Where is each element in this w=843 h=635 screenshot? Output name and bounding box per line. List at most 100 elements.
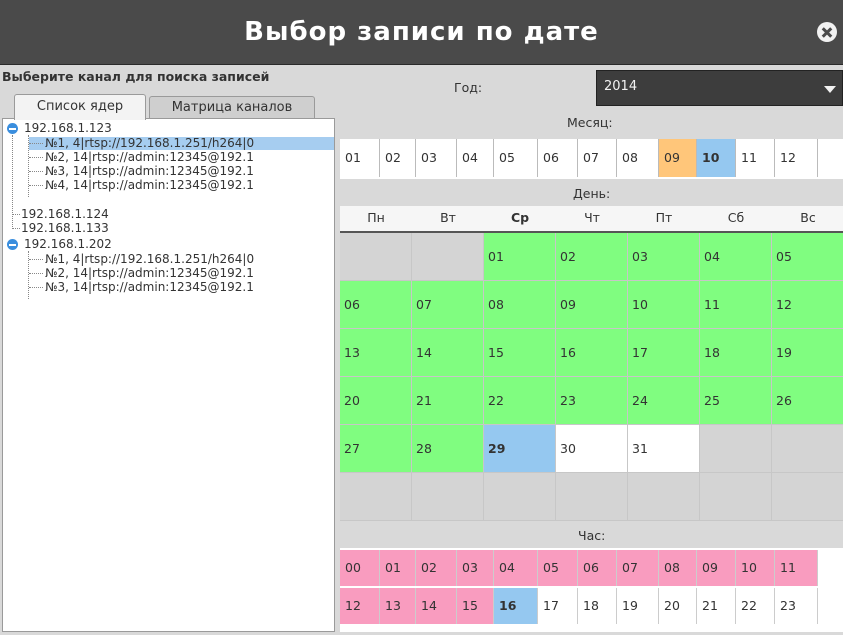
day-cell[interactable]: 06 (340, 281, 412, 329)
month-cell[interactable]: 01 (340, 139, 380, 177)
day-cell-empty (340, 233, 412, 281)
tree-channel-label: №3, 14|rtsp://admin:12345@192.1 (45, 280, 254, 294)
day-cell-empty (772, 473, 843, 521)
weekday-header: Пт (655, 210, 673, 225)
day-cell[interactable]: 30 (556, 425, 628, 473)
hour-cell[interactable]: 07 (617, 550, 659, 586)
hour-cell[interactable]: 08 (659, 550, 697, 586)
day-cell-empty (340, 473, 412, 521)
tree-node-core[interactable]: 192.168.1.202 (24, 238, 112, 251)
tree-channel-label: №3, 14|rtsp://admin:12345@192.1 (45, 164, 254, 178)
month-cell[interactable]: 03 (416, 139, 457, 177)
day-cell[interactable]: 25 (700, 377, 772, 425)
hour-cell[interactable]: 05 (538, 550, 578, 586)
day-cell[interactable]: 27 (340, 425, 412, 473)
day-cell[interactable]: 01 (484, 233, 556, 281)
day-cell[interactable]: 21 (412, 377, 484, 425)
core-tree: 192.168.1.123 №1, 4|rtsp://192.168.1.251… (2, 118, 335, 632)
day-cell[interactable]: 24 (628, 377, 700, 425)
minus-circle-icon[interactable] (7, 123, 18, 134)
day-cell[interactable]: 10 (628, 281, 700, 329)
triangle-down-icon[interactable] (824, 86, 836, 93)
day-cell[interactable]: 13 (340, 329, 412, 377)
month-cell[interactable]: 09 (659, 139, 697, 177)
day-cell[interactable]: 09 (556, 281, 628, 329)
hour-cell[interactable]: 12 (340, 588, 380, 624)
hour-cell[interactable]: 10 (736, 550, 775, 586)
year-label: Год: (454, 80, 483, 95)
day-cell[interactable]: 22 (484, 377, 556, 425)
tree-node-core[interactable]: 192.168.1.123 (24, 122, 112, 135)
tree-channel-label: №1, 4|rtsp://192.168.1.251/h264|0 (45, 252, 255, 266)
month-cell[interactable]: 07 (578, 139, 617, 177)
month-cell[interactable]: 08 (617, 139, 659, 177)
hour-cell[interactable]: 19 (617, 588, 659, 624)
hour-cell[interactable]: 16 (494, 588, 538, 624)
day-cell[interactable]: 03 (628, 233, 700, 281)
tab-channel-matrix[interactable]: Матрица каналов (149, 96, 315, 118)
day-cell[interactable]: 12 (772, 281, 843, 329)
hour-cell[interactable]: 17 (538, 588, 578, 624)
day-cell[interactable]: 26 (772, 377, 843, 425)
tab-core-list[interactable]: Список ядер (14, 94, 146, 120)
tree-channel-label: №2, 14|rtsp://admin:12345@192.1 (45, 150, 254, 164)
day-cell[interactable]: 20 (340, 377, 412, 425)
close-icon[interactable] (817, 22, 837, 42)
hour-cell[interactable]: 15 (457, 588, 494, 624)
month-cell[interactable]: 05 (494, 139, 538, 177)
month-cell[interactable]: 02 (380, 139, 416, 177)
hour-cell[interactable]: 21 (697, 588, 736, 624)
hour-cell[interactable]: 22 (736, 588, 775, 624)
title-bar: Выбор записи по дате (0, 0, 843, 65)
day-cell[interactable]: 18 (700, 329, 772, 377)
hour-cell[interactable]: 04 (494, 550, 538, 586)
month-cell[interactable]: 06 (538, 139, 578, 177)
day-cell[interactable]: 02 (556, 233, 628, 281)
hour-cell[interactable]: 03 (457, 550, 494, 586)
day-cell[interactable]: 28 (412, 425, 484, 473)
day-cell[interactable]: 17 (628, 329, 700, 377)
hour-cell[interactable]: 02 (416, 550, 457, 586)
day-cell[interactable]: 08 (484, 281, 556, 329)
day-cell[interactable]: 11 (700, 281, 772, 329)
month-cell[interactable]: 04 (457, 139, 494, 177)
month-cell[interactable]: 10 (697, 139, 736, 177)
tree-connector (12, 214, 20, 215)
weekday-header: Пн (367, 210, 385, 225)
day-cell[interactable]: 16 (556, 329, 628, 377)
minus-circle-icon[interactable] (7, 239, 18, 250)
channel-search-caption: Выберите канал для поиска записей (2, 69, 270, 84)
hour-cell[interactable]: 00 (340, 550, 380, 586)
day-cell[interactable]: 05 (772, 233, 843, 281)
month-cell[interactable]: 12 (775, 139, 818, 177)
tree-node-channel-selected[interactable]: №1, 4|rtsp://192.168.1.251/h264|0 (29, 137, 334, 150)
hour-cell[interactable]: 09 (697, 550, 736, 586)
month-label: Месяц: (567, 115, 613, 130)
day-cell[interactable]: 04 (700, 233, 772, 281)
tree-node-core[interactable]: 192.168.1.124 (21, 208, 109, 221)
hour-cell[interactable]: 13 (380, 588, 416, 624)
day-cell[interactable]: 19 (772, 329, 843, 377)
weekday-header: Вс (800, 210, 816, 225)
weekday-header: Вт (440, 210, 456, 225)
day-cell[interactable]: 15 (484, 329, 556, 377)
hour-cell[interactable]: 11 (775, 550, 818, 586)
window-title: Выбор записи по дате (244, 17, 599, 47)
day-cell-empty (484, 473, 556, 521)
tree-node-core[interactable]: 192.168.1.133 (21, 222, 109, 235)
hour-cell[interactable]: 14 (416, 588, 457, 624)
day-cell[interactable]: 23 (556, 377, 628, 425)
year-select[interactable]: 2014 (596, 70, 843, 106)
hour-cell[interactable]: 20 (659, 588, 697, 624)
day-cell[interactable]: 29 (484, 425, 556, 473)
hour-cell[interactable]: 06 (578, 550, 617, 586)
hour-cell[interactable]: 01 (380, 550, 416, 586)
day-cell[interactable]: 07 (412, 281, 484, 329)
day-cell[interactable]: 31 (628, 425, 700, 473)
hour-cell[interactable]: 18 (578, 588, 617, 624)
tree-channel-label: №4, 14|rtsp://admin:12345@192.1 (45, 178, 254, 192)
day-cell-empty (700, 473, 772, 521)
day-cell[interactable]: 14 (412, 329, 484, 377)
hour-cell[interactable]: 23 (775, 588, 818, 624)
month-cell[interactable]: 11 (736, 139, 775, 177)
